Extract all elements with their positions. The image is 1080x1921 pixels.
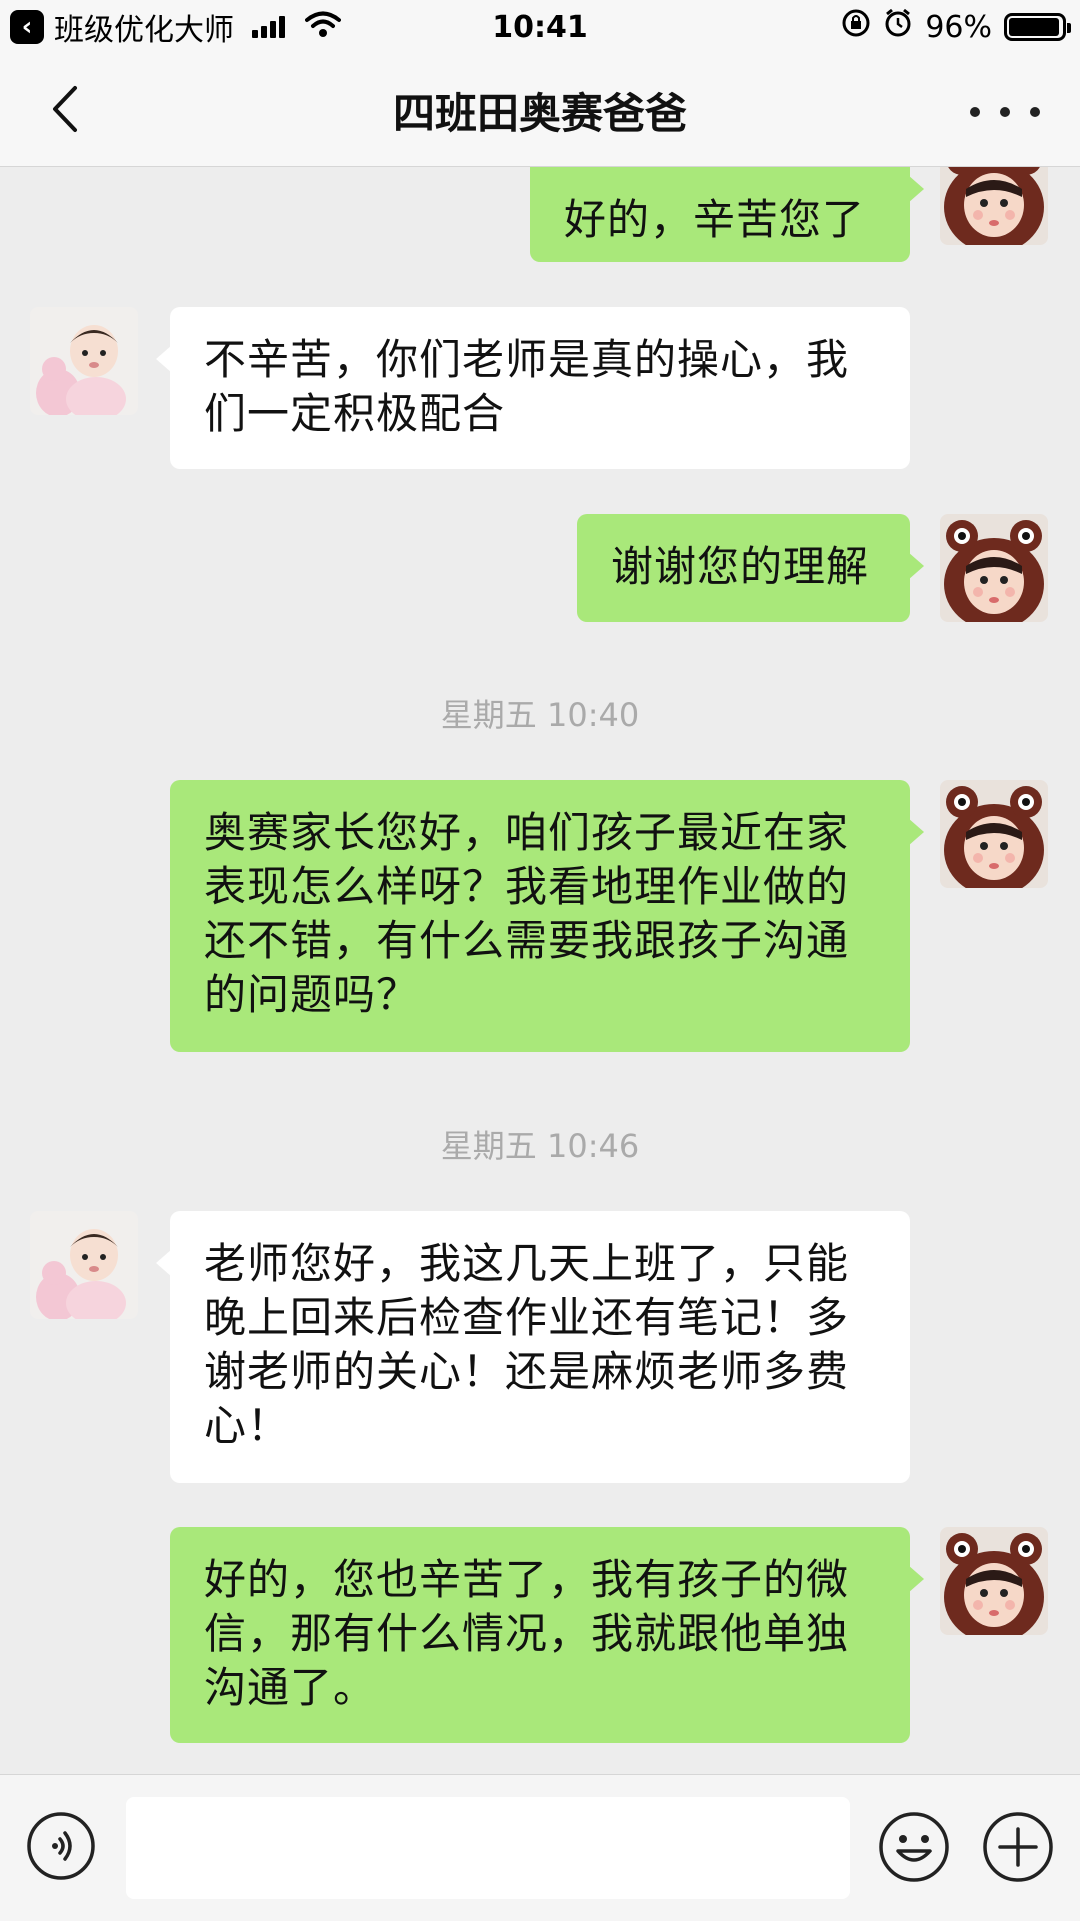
message-text: 不辛苦，你们老师是真的操心，我们一定积极配合 — [204, 335, 850, 438]
message-bubble[interactable]: 好的，您也辛苦了，我有孩子的微信，那有什么情况，我就跟他单独沟通了。 — [170, 1527, 924, 1743]
more-icon — [970, 107, 980, 117]
message-input[interactable] — [126, 1797, 850, 1899]
frog-hat-girl-avatar — [940, 1527, 1048, 1635]
frog-hat-girl-avatar — [940, 780, 1048, 888]
message-text: 谢谢您的理解 — [611, 542, 870, 591]
battery-fill — [1009, 18, 1059, 36]
contact-avatar[interactable] — [30, 1211, 138, 1319]
message-bubble[interactable]: 不辛苦，你们老师是真的操心，我们一定积极配合 — [156, 307, 910, 469]
frog-hat-girl-avatar — [940, 167, 1048, 245]
emoji-icon — [879, 1812, 949, 1882]
status-bar: ‹ 班级优化大师 10:41 96% — [0, 0, 1080, 54]
my-avatar[interactable] — [940, 514, 1048, 622]
message-text: 老师您好，我这几天上班了，只能晚上回来后检查作业还有笔记！多谢老师的关心！还是麻… — [204, 1239, 850, 1450]
my-avatar[interactable] — [940, 1527, 1048, 1635]
message-bubble[interactable]: 老师您好，我这几天上班了，只能晚上回来后检查作业还有笔记！多谢老师的关心！还是麻… — [156, 1211, 910, 1483]
nav-bar: 四班田奥赛爸爸 — [0, 54, 1080, 167]
chat-area[interactable]: 好的，辛苦您了 不辛苦，你们老师是真的操心，我们一定积极配合 谢谢您的理解 星期… — [0, 167, 1080, 1774]
my-avatar[interactable] — [940, 167, 1048, 245]
more-button[interactable] — [970, 92, 1040, 132]
frog-hat-girl-avatar — [940, 514, 1048, 622]
alarm-icon — [883, 8, 913, 46]
status-left: ‹ 班级优化大师 — [0, 5, 341, 49]
timestamp: 星期五 10:46 — [440, 1127, 640, 1165]
contact-avatar[interactable] — [30, 307, 138, 415]
message-text: 奥赛家长您好，咱们孩子最近在家表现怎么样呀？我看地理作业做的还不错，有什么需要我… — [204, 808, 850, 1019]
message-bubble[interactable]: 奥赛家长您好，咱们孩子最近在家表现怎么样呀？我看地理作业做的还不错，有什么需要我… — [170, 780, 924, 1052]
orientation-lock-icon — [841, 8, 871, 46]
input-bar — [0, 1774, 1080, 1921]
baby-avatar — [30, 1211, 138, 1319]
chevron-left-icon — [53, 86, 77, 132]
voice-icon — [27, 1812, 95, 1880]
baby-avatar — [30, 307, 138, 415]
signal-icon — [252, 16, 285, 38]
chat-title: 四班田奥赛爸爸 — [392, 88, 687, 138]
message-bubble[interactable]: 好的，辛苦您了 — [530, 167, 924, 262]
battery-icon — [1004, 13, 1071, 41]
message-text: 好的，您也辛苦了，我有孩子的微信，那有什么情况，我就跟他单独沟通了。 — [204, 1555, 850, 1712]
plus-button[interactable] — [982, 1811, 1054, 1883]
back-app-name[interactable]: 班级优化大师 — [54, 5, 234, 49]
voice-button[interactable] — [26, 1811, 96, 1881]
status-right: 96% — [841, 8, 1071, 46]
back-button[interactable] — [40, 84, 90, 134]
plus-icon — [983, 1812, 1053, 1882]
my-avatar[interactable] — [940, 780, 1048, 888]
message-bubble[interactable]: 谢谢您的理解 — [577, 514, 924, 622]
battery-percent: 96% — [925, 9, 992, 45]
back-to-app-icon[interactable]: ‹ — [10, 10, 44, 44]
message-text: 好的，辛苦您了 — [564, 195, 866, 244]
emoji-button[interactable] — [878, 1811, 950, 1883]
wifi-icon — [305, 10, 341, 45]
timestamp: 星期五 10:40 — [440, 696, 640, 734]
